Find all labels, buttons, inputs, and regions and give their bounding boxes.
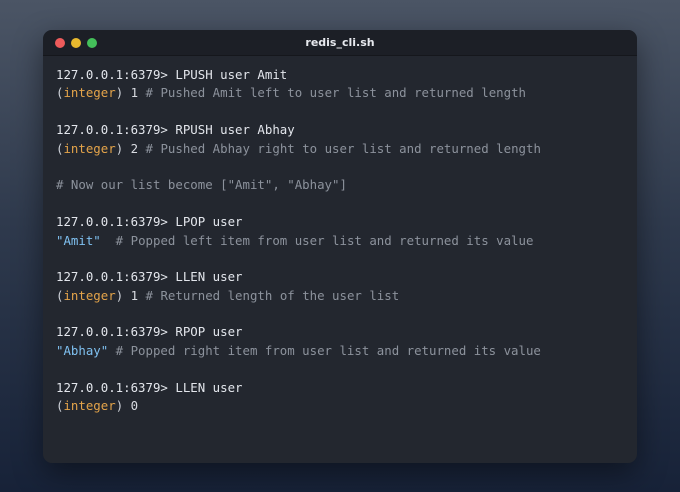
- command-text: 127.0.0.1:6379> RPOP user: [56, 324, 243, 340]
- result-comment: # Pushed Abhay right to user list and re…: [138, 140, 541, 156]
- command-text: 127.0.0.1:6379> LLEN user: [56, 379, 243, 395]
- title-bar: redis_cli.sh: [43, 30, 637, 56]
- command-text: 127.0.0.1:6379> RPUSH user Abhay: [56, 122, 295, 138]
- result-comment: # Pushed Amit left to user list and retu…: [138, 85, 526, 101]
- command-text: 127.0.0.1:6379> LLEN user: [56, 269, 243, 285]
- window-title: redis_cli.sh: [305, 36, 375, 49]
- command-text: 127.0.0.1:6379> LPUSH user Amit: [56, 67, 288, 82]
- command-line: 127.0.0.1:6379> LLEN user: [56, 268, 627, 286]
- command-line: 127.0.0.1:6379> LPOP user: [56, 213, 627, 231]
- comment-text: # Now our list become ["Amit", "Abhay"]: [56, 177, 347, 193]
- result-line: (integer) 1 # Pushed Amit left to user l…: [56, 84, 627, 102]
- result-type: integer: [63, 140, 116, 156]
- result-comment: # Popped left item from user list and re…: [100, 232, 534, 248]
- command-line: 127.0.0.1:6379> LLEN user: [56, 379, 627, 397]
- result-type: integer: [63, 287, 116, 303]
- string-result-line: "Amit" # Popped left item from user list…: [56, 232, 627, 250]
- result-line: (integer) 1 # Returned length of the use…: [56, 287, 627, 305]
- comment-line: # Now our list become ["Amit", "Abhay"]: [56, 176, 627, 194]
- string-value: "Amit": [56, 232, 101, 248]
- result-value: 1: [123, 85, 139, 101]
- result-value: 0: [123, 398, 139, 414]
- terminal-output[interactable]: 127.0.0.1:6379> LPUSH user Amit (integer)…: [56, 66, 627, 415]
- result-line: (integer) 0: [56, 397, 627, 415]
- result-line: (integer) 2 # Pushed Abhay right to user…: [56, 140, 627, 158]
- result-value: 1: [123, 287, 139, 303]
- result-type: integer: [63, 398, 116, 414]
- string-result-line: "Abhay" # Popped right item from user li…: [56, 342, 627, 360]
- terminal-window: redis_cli.sh 127.0.0.1:6379> LPUSH user …: [43, 30, 637, 463]
- result-comment: # Returned length of the user list: [138, 287, 400, 303]
- command-line: 127.0.0.1:6379> RPUSH user Abhay: [56, 121, 627, 139]
- string-value: "Abhay": [56, 342, 109, 358]
- result-value: 2: [123, 140, 139, 156]
- command-line: 127.0.0.1:6379> LPUSH user Amit: [56, 66, 627, 84]
- command-text: 127.0.0.1:6379> LPOP user: [56, 214, 243, 230]
- command-line: 127.0.0.1:6379> RPOP user: [56, 323, 627, 341]
- result-comment: # Popped right item from user list and r…: [108, 342, 541, 358]
- result-type: integer: [63, 85, 116, 101]
